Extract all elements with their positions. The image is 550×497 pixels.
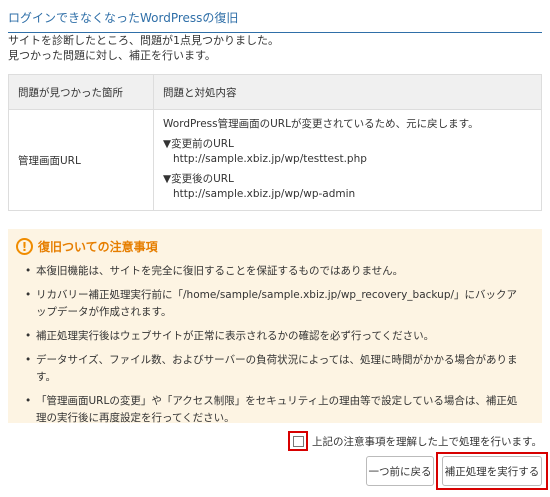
confirm-row: 上記の注意事項を理解した上で処理を行います。 bbox=[288, 431, 542, 451]
back-button[interactable]: 一つ前に戻る bbox=[366, 456, 434, 486]
issue-location: 管理画面URL bbox=[8, 109, 154, 211]
issue-detail-cell: WordPress管理画面のURLが変更されているため、元に戻します。 ▼変更前… bbox=[153, 109, 542, 211]
notes-header: ! 復旧ついての注意事項 bbox=[16, 238, 158, 255]
after-url: http://sample.xbiz.jp/wp/wp-admin bbox=[173, 188, 356, 200]
table-row: 管理画面URL WordPress管理画面のURLが変更されているため、元に戻し… bbox=[8, 109, 542, 211]
note-item: 本復旧機能は、サイトを完全に復旧することを保証するものではありません。 bbox=[24, 263, 524, 280]
notes-title: 復旧ついての注意事項 bbox=[38, 240, 158, 254]
exclamation-circle-icon: ! bbox=[16, 238, 33, 255]
after-url-label: ▼変更後のURL bbox=[163, 173, 234, 185]
confirm-label[interactable]: 上記の注意事項を理解した上で処理を行います。 bbox=[312, 434, 542, 449]
intro-line-1: サイトを診断したところ、問題が1点見つかりました。 bbox=[8, 34, 279, 47]
before-url-label: ▼変更前のURL bbox=[163, 138, 234, 150]
note-item: 「管理画面URLの変更」や「アクセス制限」をセキュリティ上の理由等で設定している… bbox=[24, 393, 524, 427]
note-item: 補正処理実行後はウェブサイトが正常に表示されるかの確認を必ず行ってください。 bbox=[24, 328, 524, 345]
execute-button[interactable]: 補正処理を実行する bbox=[442, 456, 542, 486]
issue-description: WordPress管理画面のURLが変更されているため、元に戻します。 bbox=[163, 118, 479, 130]
table-header-row: 問題が見つかった箇所 問題と対処内容 bbox=[8, 74, 542, 110]
notes-list: 本復旧機能は、サイトを完全に復旧することを保証するものではありません。 リカバリ… bbox=[24, 263, 524, 434]
column-header-location: 問題が見つかった箇所 bbox=[8, 74, 154, 110]
notes-panel: ! 復旧ついての注意事項 本復旧機能は、サイトを完全に復旧することを保証するもの… bbox=[8, 229, 542, 424]
issues-table: 問題が見つかった箇所 問題と対処内容 管理画面URL WordPress管理画面… bbox=[8, 74, 542, 211]
note-item: データサイズ、ファイル数、およびサーバーの負荷状況によっては、処理に時間がかかる… bbox=[24, 352, 524, 386]
page-title: ログインできなくなったWordPressの復旧 bbox=[8, 9, 542, 33]
intro-text: サイトを診断したところ、問題が1点見つかりました。 見つかった問題に対し、補正を… bbox=[8, 33, 279, 63]
confirm-checkbox-highlight bbox=[288, 431, 309, 451]
column-header-issue: 問題と対処内容 bbox=[153, 74, 542, 110]
note-item: リカバリー補正処理実行前に「/home/sample/sample.xbiz.j… bbox=[24, 287, 524, 321]
before-url: http://sample.xbiz.jp/wp/testtest.php bbox=[173, 153, 367, 165]
intro-line-2: 見つかった問題に対し、補正を行います。 bbox=[8, 49, 216, 62]
confirm-checkbox[interactable] bbox=[292, 435, 304, 447]
